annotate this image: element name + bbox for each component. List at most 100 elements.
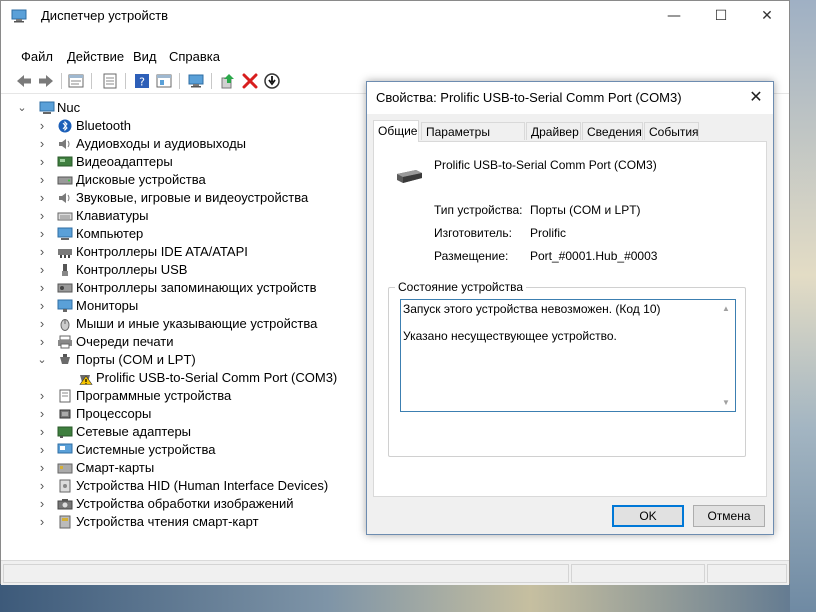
title-bar[interactable]: Диспетчер устройств — ☐ ✕: [1, 1, 789, 31]
properties-dialog: Свойства: Prolific USB-to-Serial Comm Po…: [366, 81, 774, 535]
computer-icon: [57, 227, 73, 240]
chevron-right-icon[interactable]: ›: [37, 459, 47, 477]
chevron-right-icon[interactable]: ›: [37, 135, 47, 153]
chevron-right-icon[interactable]: ›: [37, 171, 47, 189]
chevron-right-icon[interactable]: ›: [37, 495, 47, 513]
computer-icon: [39, 101, 55, 114]
help-icon[interactable]: ?: [133, 72, 151, 90]
tree-item-label: Bluetooth: [76, 118, 131, 133]
chevron-right-icon[interactable]: ›: [37, 261, 47, 279]
show-hidden-icon[interactable]: [155, 72, 173, 90]
tree-item-label: Клавиатуры: [76, 208, 149, 223]
forward-icon[interactable]: [37, 72, 55, 90]
minimize-button[interactable]: —: [651, 1, 697, 31]
chevron-right-icon[interactable]: ›: [37, 297, 47, 315]
scroll-down-icon[interactable]: ▼: [722, 398, 730, 407]
tree-item-label: Видеоадаптеры: [76, 154, 173, 169]
toolbar-separator: [211, 73, 212, 89]
status-scrollbar[interactable]: ▲ ▼: [718, 300, 735, 411]
manufacturer-label: Изготовитель:: [434, 226, 512, 240]
tree-item-label: Очереди печати: [76, 334, 174, 349]
status-bar: [1, 560, 789, 585]
chevron-right-icon[interactable]: ›: [37, 117, 47, 135]
chevron-right-icon[interactable]: ›: [37, 207, 47, 225]
tab-details[interactable]: Сведения: [582, 122, 643, 140]
menu-file[interactable]: Файл: [21, 49, 53, 64]
manufacturer-value: Prolific: [530, 226, 567, 240]
status-line-error: Запуск этого устройства невозможен. (Код…: [403, 302, 661, 316]
chevron-down-icon[interactable]: ⌄: [37, 351, 47, 369]
speaker-icon: [59, 193, 70, 203]
uninstall-icon[interactable]: [241, 72, 259, 90]
location-label: Размещение:: [434, 249, 509, 263]
chevron-right-icon[interactable]: ›: [37, 387, 47, 405]
chevron-right-icon[interactable]: ›: [37, 405, 47, 423]
chevron-right-icon[interactable]: ›: [37, 513, 47, 531]
tree-item-label: Смарт-карты: [76, 460, 155, 475]
cancel-button[interactable]: Отмена: [693, 505, 765, 527]
device-list-icon[interactable]: [101, 72, 119, 90]
scroll-up-icon[interactable]: ▲: [722, 304, 730, 313]
tree-item-label: Порты (COM и LPT): [76, 352, 196, 367]
display-adapter-icon: [57, 156, 73, 167]
tree-item-label: Мониторы: [76, 298, 139, 313]
status-cell-secondary: [571, 564, 705, 583]
disable-device-icon[interactable]: [263, 72, 281, 90]
device-status-textbox[interactable]: Запуск этого устройства невозможен. (Код…: [400, 299, 736, 412]
tree-item-label: Процессоры: [76, 406, 152, 421]
chevron-right-icon[interactable]: ›: [37, 333, 47, 351]
chevron-down-icon[interactable]: ⌄: [17, 99, 27, 117]
bluetooth-icon: [58, 119, 72, 133]
status-line-detail: Указано несуществующее устройство.: [403, 329, 617, 343]
tree-item-label: Контроллеры запоминающих устройств: [76, 280, 317, 295]
ok-button[interactable]: OK: [612, 505, 684, 527]
chevron-right-icon[interactable]: ›: [37, 477, 47, 495]
hid-icon: [59, 479, 71, 493]
menu-help[interactable]: Справка: [169, 49, 220, 64]
status-cell-tertiary: [707, 564, 787, 583]
tab-events[interactable]: События: [644, 122, 699, 140]
tab-port-settings[interactable]: Параметры порта: [421, 122, 525, 157]
dialog-close-button[interactable]: ✕: [743, 86, 769, 110]
chevron-right-icon[interactable]: ›: [37, 189, 47, 207]
usb-icon: [62, 264, 68, 276]
tree-item-label: Звуковые, игровые и видеоустройства: [76, 190, 309, 205]
update-driver-icon[interactable]: [219, 72, 237, 90]
tree-item-label: Программные устройства: [76, 388, 232, 403]
monitor-icon: [57, 299, 73, 312]
back-icon[interactable]: [15, 72, 33, 90]
menu-view[interactable]: Вид: [133, 49, 157, 64]
tree-item-label: Контроллеры USB: [76, 262, 188, 277]
status-cell-main: [3, 564, 569, 583]
serial-port-icon: [397, 170, 422, 183]
disk-drive-icon: [57, 176, 73, 185]
chevron-right-icon[interactable]: ›: [37, 225, 47, 243]
location-value: Port_#0001.Hub_#0003: [530, 249, 658, 263]
tree-item-label: Устройства обработки изображений: [76, 496, 294, 511]
chevron-right-icon[interactable]: ›: [37, 153, 47, 171]
tree-item-label: Устройства чтения смарт-карт: [76, 514, 259, 529]
device-tree: ⌄ Nuc › Bluetooth › Аудиовходы и аудиовыход…: [1, 97, 366, 559]
properties-view-icon[interactable]: [67, 72, 85, 90]
storage-controller-icon: [57, 283, 73, 293]
chevron-right-icon[interactable]: ›: [37, 441, 47, 459]
device-name: Prolific USB-to-Serial Comm Port (COM3): [434, 158, 657, 172]
chevron-right-icon[interactable]: ›: [37, 243, 47, 261]
tree-item-label: Системные устройства: [76, 442, 216, 457]
tab-driver[interactable]: Драйвер: [526, 122, 581, 140]
speaker-icon: [59, 139, 70, 149]
tree-item-label: Дисковые устройства: [76, 172, 206, 187]
dialog-title-bar[interactable]: Свойства: Prolific USB-to-Serial Comm Po…: [367, 82, 773, 114]
scan-hardware-icon[interactable]: [187, 72, 205, 90]
close-button[interactable]: ✕: [744, 1, 790, 31]
device-type-value: Порты (COM и LPT): [530, 203, 641, 217]
maximize-button[interactable]: ☐: [698, 1, 744, 31]
chevron-right-icon[interactable]: ›: [37, 279, 47, 297]
tab-general[interactable]: Общие: [373, 120, 419, 142]
tree-item-label: Сетевые адаптеры: [76, 424, 192, 439]
menu-action[interactable]: Действие: [67, 49, 124, 64]
chevron-right-icon[interactable]: ›: [37, 423, 47, 441]
tree-item-label: Компьютер: [76, 226, 144, 241]
general-tab-page: Prolific USB-to-Serial Comm Port (COM3) …: [373, 141, 767, 497]
chevron-right-icon[interactable]: ›: [37, 315, 47, 333]
